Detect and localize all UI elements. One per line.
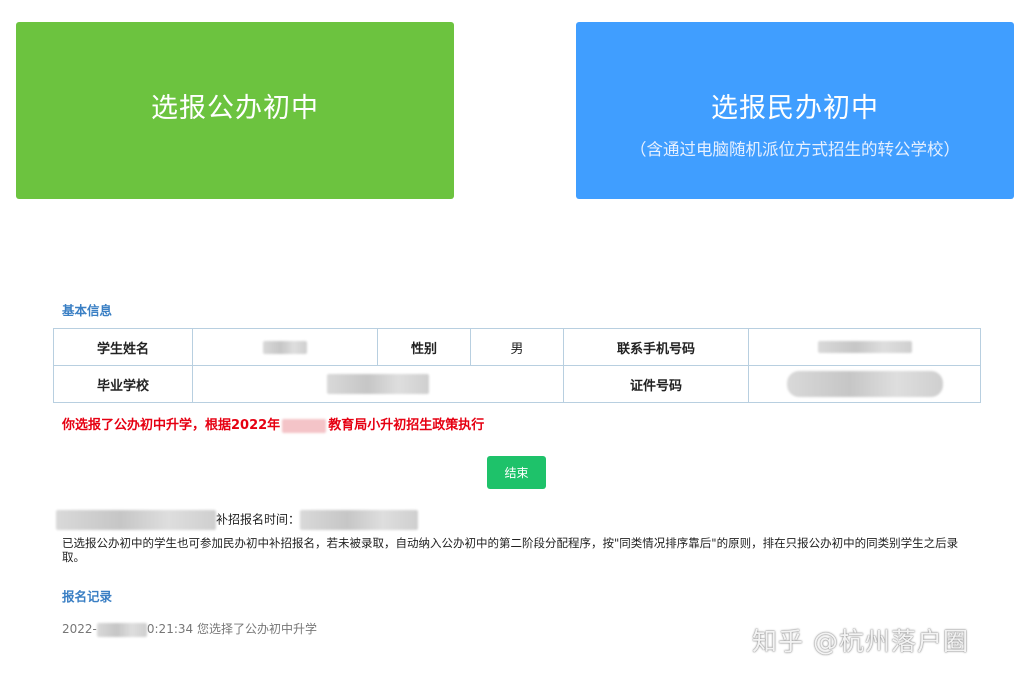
redacted-supplement-time [300, 510, 419, 530]
supplement-enrollment-line: 补招报名时间： [56, 510, 419, 530]
redacted-district [282, 418, 327, 433]
phone-value [748, 328, 981, 366]
phone-label: 联系手机号码 [563, 328, 749, 366]
enrollment-record-entry: 2022- 0:21:34 您选择了公办初中升学 [62, 620, 317, 637]
public-button-label: 选报公办初中 [151, 93, 319, 124]
gender-value: 男 [470, 328, 564, 366]
record-date-prefix: 2022- [62, 622, 97, 636]
supplement-description: 已选报公办初中的学生也可参加民办初中补招报名，若未被录取，自动纳入公办初中的第二… [62, 536, 959, 564]
id-number-label: 证件号码 [563, 365, 749, 403]
record-title: 报名记录 [62, 589, 113, 604]
student-name-value [192, 328, 378, 366]
basic-info-title: 基本信息 [62, 303, 113, 318]
policy-notice: 你选报了公办初中升学，根据2022年 教育局小升初招生政策执行 [62, 414, 484, 433]
end-button[interactable]: 结束 [487, 456, 546, 489]
notice-prefix: 你选报了公办初中升学，根据2022年 [62, 418, 281, 433]
redacted-record-datetime [96, 622, 147, 637]
watermark: 知乎 @杭州落户圈 [752, 627, 969, 656]
table-row: 学生姓名 性别 男 联系手机号码 [53, 328, 981, 366]
school-value [192, 365, 564, 403]
student-name-label: 学生姓名 [53, 328, 193, 366]
basic-info-table: 学生姓名 性别 男 联系手机号码 毕业学校 证件号码 [53, 328, 981, 403]
private-button-subtitle: （含通过电脑随机派位方式招生的转公学校） [630, 140, 960, 159]
select-public-middle-school-button[interactable]: 选报公办初中 [16, 22, 454, 199]
supplement-time-label: 补招报名时间： [216, 512, 301, 527]
redacted-student-name [263, 340, 307, 354]
private-button-label: 选报民办初中 [711, 93, 879, 124]
school-label: 毕业学校 [53, 365, 193, 403]
redacted-school [327, 374, 429, 394]
page: 选报公办初中 选报民办初中 （含通过电脑随机派位方式招生的转公学校） 基本信息 … [0, 0, 1034, 684]
redacted-id-number [786, 371, 943, 397]
select-private-middle-school-button[interactable]: 选报民办初中 （含通过电脑随机派位方式招生的转公学校） [576, 22, 1014, 199]
table-row: 毕业学校 证件号码 [53, 365, 981, 403]
record-time: 0:21:34 [146, 622, 194, 636]
record-message: 您选择了公办初中升学 [196, 622, 317, 636]
redacted-phone [817, 341, 912, 353]
notice-suffix: 教育局小升初招生政策执行 [328, 418, 485, 433]
gender-label: 性别 [377, 328, 471, 366]
id-number-value [748, 365, 981, 403]
redacted-supplement-prefix [56, 510, 216, 530]
